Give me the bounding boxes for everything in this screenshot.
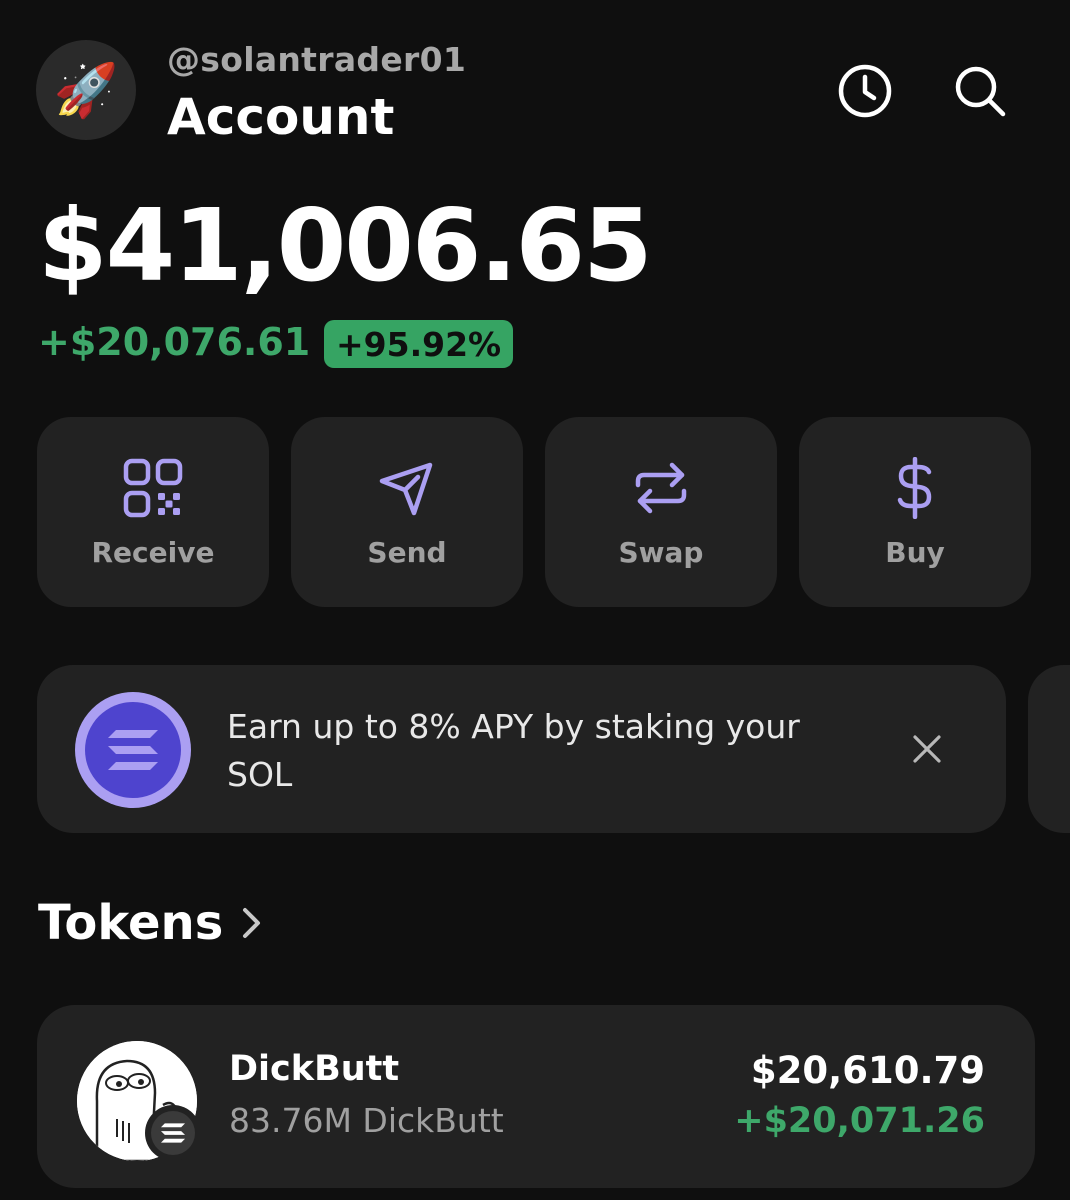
wallet-screen: 🚀 @solantrader01 Account $41,006.65 +$20… (0, 0, 1070, 1200)
dollar-icon (883, 456, 947, 520)
token-change: +$20,071.26 (734, 1101, 985, 1141)
total-balance: $41,006.65 (38, 187, 653, 304)
history-button[interactable] (836, 62, 894, 120)
username-label[interactable]: @solantrader01 (167, 40, 466, 79)
token-amount: 83.76M DickButt (229, 1101, 504, 1140)
qr-code-icon (121, 456, 185, 520)
staking-banner-text: Earn up to 8% APY by staking your SOL (227, 707, 800, 794)
action-buttons: Receive Send Swap Buy (37, 417, 1031, 607)
solana-icon (160, 1123, 186, 1143)
tokens-section-link[interactable]: Tokens (38, 895, 263, 951)
send-button[interactable]: Send (291, 417, 523, 607)
buy-button[interactable]: Buy (799, 417, 1031, 607)
tokens-heading: Tokens (38, 895, 224, 951)
search-button[interactable] (951, 62, 1009, 120)
close-icon (913, 735, 941, 763)
send-icon (375, 456, 439, 520)
chevron-right-icon (243, 908, 261, 938)
account-avatar[interactable]: 🚀 (36, 40, 136, 140)
history-icon (838, 64, 892, 118)
solana-icon (75, 692, 191, 808)
receive-button[interactable]: Receive (37, 417, 269, 607)
swap-icon (629, 456, 693, 520)
balance-change-percent: +95.92% (336, 324, 502, 364)
banner-close-button[interactable] (907, 729, 947, 769)
solana-chain-badge (145, 1105, 201, 1161)
send-label: Send (367, 535, 447, 569)
token-row[interactable]: DickButt 83.76M DickButt $20,610.79 +$20… (37, 1005, 1035, 1188)
rocket-icon: 🚀 (53, 60, 119, 121)
account-title[interactable]: Account (167, 88, 394, 146)
next-banner-card[interactable] (1028, 665, 1070, 833)
token-value: $20,610.79 (750, 1049, 985, 1092)
balance-change-amount: +$20,076.61 (38, 320, 311, 364)
receive-label: Receive (91, 535, 215, 569)
swap-label: Swap (618, 535, 704, 569)
balance-change-badge: +95.92% (324, 320, 514, 368)
staking-banner[interactable]: Earn up to 8% APY by staking your SOL (37, 665, 1006, 833)
token-name: DickButt (229, 1049, 400, 1089)
swap-button[interactable]: Swap (545, 417, 777, 607)
search-icon (955, 66, 1006, 117)
buy-label: Buy (885, 535, 945, 569)
